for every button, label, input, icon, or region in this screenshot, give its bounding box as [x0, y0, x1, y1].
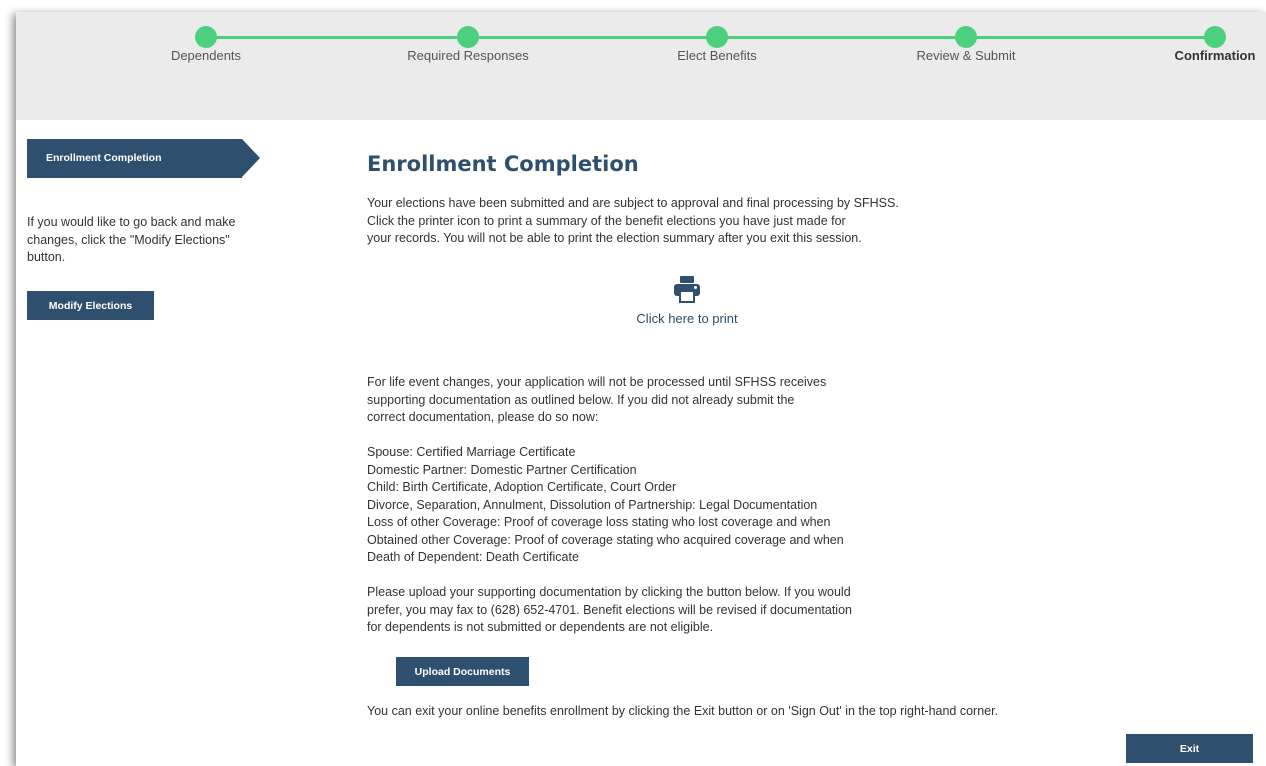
modify-elections-button[interactable]: Modify Elections — [27, 291, 154, 320]
exit-instructions: You can exit your online benefits enroll… — [367, 703, 1087, 721]
life-event-line: For life event changes, your application… — [367, 375, 827, 389]
upload-line: for dependents is not submitted or depen… — [367, 620, 714, 634]
step-label-required-responses[interactable]: Required Responses — [407, 48, 528, 63]
intro-line: your records. You will not be able to pr… — [367, 231, 862, 245]
printer-icon[interactable] — [672, 275, 702, 303]
list-item: Loss of other Coverage: Proof of coverag… — [367, 515, 831, 529]
exit-text: You can exit your online benefits enroll… — [367, 704, 999, 718]
step-dot-confirmation — [1204, 26, 1226, 48]
list-item: Domestic Partner: Domestic Partner Certi… — [367, 462, 637, 477]
sidebar-tab-enrollment-completion[interactable]: Enrollment Completion — [27, 139, 260, 178]
upload-documents-button[interactable]: Upload Documents — [396, 657, 529, 686]
step-label-confirmation: Confirmation — [1174, 48, 1256, 63]
upload-line: Please upload your supporting documentat… — [367, 585, 851, 599]
intro-line: Your elections have been submitted and a… — [367, 196, 899, 210]
step-label-dependents[interactable]: Dependents — [171, 48, 241, 63]
list-item: Child: Birth Certificate, Adoption Certi… — [367, 480, 677, 494]
step-dot-elect-benefits[interactable] — [706, 26, 728, 48]
upload-paragraph: Please upload your supporting documentat… — [367, 584, 1087, 637]
sidebar-tab-label: Enrollment Completion — [46, 152, 162, 164]
list-item: Death of Dependent: Death Certificate — [367, 550, 579, 564]
step-dot-dependents[interactable] — [195, 26, 217, 48]
step-dot-review-submit[interactable] — [955, 26, 977, 48]
life-event-line: correct documentation, please do so now: — [367, 410, 599, 424]
list-item: Obtained other Coverage: Proof of covera… — [367, 532, 844, 547]
progress-stepper: Dependents Required Responses Elect Bene… — [16, 12, 1266, 120]
print-summary-link[interactable]: Click here to print — [616, 275, 758, 326]
step-dot-required-responses[interactable] — [457, 26, 479, 48]
life-event-paragraph: For life event changes, your application… — [367, 374, 1087, 427]
upload-line: prefer, you may fax to (628) 652-4701. B… — [367, 602, 852, 617]
page-title: Enrollment Completion — [367, 152, 639, 176]
list-item: Divorce, Separation, Annulment, Dissolut… — [367, 497, 818, 512]
print-label[interactable]: Click here to print — [616, 311, 758, 326]
intro-line: Click the printer icon to print a summar… — [367, 213, 846, 228]
enrollment-window: Dependents Required Responses Elect Bene… — [16, 12, 1266, 766]
intro-paragraph: Your elections have been submitted and a… — [367, 195, 1087, 248]
step-label-elect-benefits[interactable]: Elect Benefits — [677, 48, 757, 63]
sidebar-help-text: If you would like to go back and make ch… — [27, 215, 236, 264]
step-label-review-submit[interactable]: Review & Submit — [917, 48, 1016, 63]
documentation-list: Spouse: Certified Marriage Certificate D… — [367, 444, 1087, 567]
list-item: Spouse: Certified Marriage Certificate — [367, 445, 576, 459]
life-event-line: supporting documentation as outlined bel… — [367, 392, 795, 407]
exit-button[interactable]: Exit — [1126, 734, 1253, 763]
